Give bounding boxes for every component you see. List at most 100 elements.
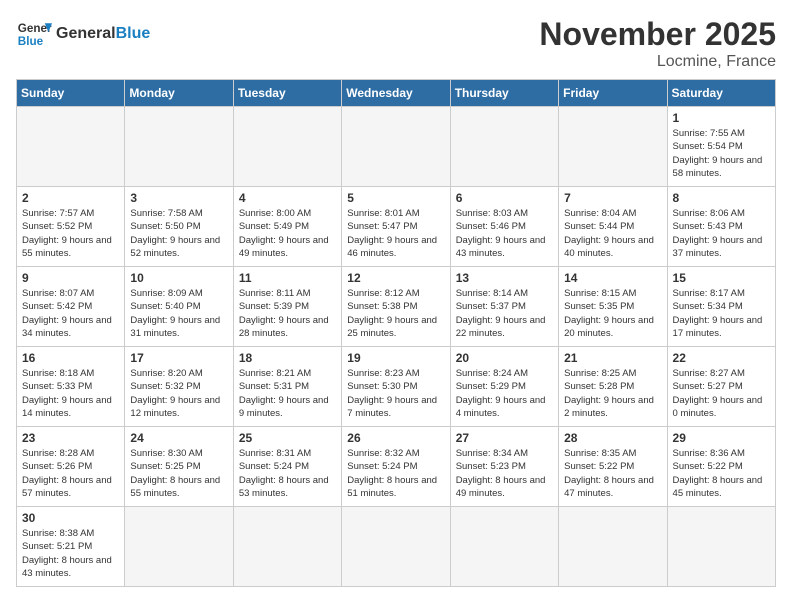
calendar-day-cell: 8 Sunrise: 8:06 AM Sunset: 5:43 PM Daylig… [667, 187, 775, 267]
day-info: Sunrise: 8:23 AM Sunset: 5:30 PM Dayligh… [347, 367, 444, 420]
day-info: Sunrise: 8:20 AM Sunset: 5:32 PM Dayligh… [130, 367, 227, 420]
calendar-day-cell [559, 107, 667, 187]
calendar-day-cell: 26Sunrise: 8:32 AM Sunset: 5:24 PM Dayli… [342, 427, 450, 507]
day-info: Sunrise: 8:21 AM Sunset: 5:31 PM Dayligh… [239, 367, 336, 420]
day-info: Sunrise: 8:09 AM Sunset: 5:40 PM Dayligh… [130, 287, 227, 340]
day-number: 19 [347, 351, 444, 365]
day-number: 7 [564, 191, 661, 205]
day-info: Sunrise: 8:18 AM Sunset: 5:33 PM Dayligh… [22, 367, 119, 420]
day-number: 6 [456, 191, 553, 205]
logo-icon: General Blue [16, 16, 52, 52]
calendar-day-cell: 16 Sunrise: 8:18 AM Sunset: 5:33 PM Dayli… [17, 347, 125, 427]
calendar-day-cell: 11 Sunrise: 8:11 AM Sunset: 5:39 PM Dayli… [233, 267, 341, 347]
title-block: November 2025 Locmine, France [539, 16, 776, 71]
calendar-day-cell [450, 107, 558, 187]
day-number: 30 [22, 511, 119, 525]
calendar-day-cell [17, 107, 125, 187]
calendar-day-cell: 18Sunrise: 8:21 AM Sunset: 5:31 PM Dayli… [233, 347, 341, 427]
calendar-day-cell: 5 Sunrise: 8:01 AM Sunset: 5:47 PM Daylig… [342, 187, 450, 267]
calendar-day-cell: 17Sunrise: 8:20 AM Sunset: 5:32 PM Dayli… [125, 347, 233, 427]
day-number: 10 [130, 271, 227, 285]
weekday-header-sunday: Sunday [17, 80, 125, 107]
calendar-day-cell [450, 507, 558, 587]
day-info: Sunrise: 8:24 AM Sunset: 5:29 PM Dayligh… [456, 367, 553, 420]
day-number: 21 [564, 351, 661, 365]
day-number: 12 [347, 271, 444, 285]
calendar-day-cell [559, 507, 667, 587]
weekday-header-thursday: Thursday [450, 80, 558, 107]
calendar-day-cell: 27 Sunrise: 8:34 AM Sunset: 5:23 PM Dayli… [450, 427, 558, 507]
calendar-week-row: 30 Sunrise: 8:38 AM Sunset: 5:21 PM Dayli… [17, 507, 776, 587]
calendar-day-cell [667, 507, 775, 587]
calendar-day-cell: 25 Sunrise: 8:31 AM Sunset: 5:24 PM Dayli… [233, 427, 341, 507]
calendar-day-cell: 19 Sunrise: 8:23 AM Sunset: 5:30 PM Dayli… [342, 347, 450, 427]
calendar-day-cell: 9 Sunrise: 8:07 AM Sunset: 5:42 PM Daylig… [17, 267, 125, 347]
day-number: 23 [22, 431, 119, 445]
day-info: Sunrise: 8:35 AM Sunset: 5:22 PM Dayligh… [564, 447, 661, 500]
day-number: 16 [22, 351, 119, 365]
day-number: 13 [456, 271, 553, 285]
day-info: Sunrise: 8:28 AM Sunset: 5:26 PM Dayligh… [22, 447, 119, 500]
day-number: 24 [130, 431, 227, 445]
day-number: 27 [456, 431, 553, 445]
day-info: Sunrise: 7:58 AM Sunset: 5:50 PM Dayligh… [130, 207, 227, 260]
day-number: 11 [239, 271, 336, 285]
day-number: 20 [456, 351, 553, 365]
day-info: Sunrise: 8:01 AM Sunset: 5:47 PM Dayligh… [347, 207, 444, 260]
calendar-week-row: 1Sunrise: 7:55 AM Sunset: 5:54 PM Daylig… [17, 107, 776, 187]
day-number: 8 [673, 191, 770, 205]
calendar-table: SundayMondayTuesdayWednesdayThursdayFrid… [16, 79, 776, 587]
day-info: Sunrise: 8:31 AM Sunset: 5:24 PM Dayligh… [239, 447, 336, 500]
calendar-day-cell: 2Sunrise: 7:57 AM Sunset: 5:52 PM Daylig… [17, 187, 125, 267]
day-number: 15 [673, 271, 770, 285]
day-number: 4 [239, 191, 336, 205]
calendar-day-cell [125, 507, 233, 587]
calendar-day-cell [233, 107, 341, 187]
calendar-day-cell: 24Sunrise: 8:30 AM Sunset: 5:25 PM Dayli… [125, 427, 233, 507]
calendar-day-cell: 28 Sunrise: 8:35 AM Sunset: 5:22 PM Dayli… [559, 427, 667, 507]
calendar-day-cell: 7 Sunrise: 8:04 AM Sunset: 5:44 PM Daylig… [559, 187, 667, 267]
svg-text:Blue: Blue [18, 35, 44, 48]
day-info: Sunrise: 8:32 AM Sunset: 5:24 PM Dayligh… [347, 447, 444, 500]
day-info: Sunrise: 8:25 AM Sunset: 5:28 PM Dayligh… [564, 367, 661, 420]
calendar-day-cell: 15 Sunrise: 8:17 AM Sunset: 5:34 PM Dayli… [667, 267, 775, 347]
logo: General Blue GeneralBlue [16, 16, 150, 52]
calendar-day-cell [233, 507, 341, 587]
day-number: 5 [347, 191, 444, 205]
calendar-day-cell: 23 Sunrise: 8:28 AM Sunset: 5:26 PM Dayli… [17, 427, 125, 507]
calendar-day-cell: 21 Sunrise: 8:25 AM Sunset: 5:28 PM Dayli… [559, 347, 667, 427]
day-number: 22 [673, 351, 770, 365]
day-info: Sunrise: 8:04 AM Sunset: 5:44 PM Dayligh… [564, 207, 661, 260]
day-info: Sunrise: 8:06 AM Sunset: 5:43 PM Dayligh… [673, 207, 770, 260]
weekday-header-tuesday: Tuesday [233, 80, 341, 107]
day-number: 25 [239, 431, 336, 445]
day-info: Sunrise: 8:27 AM Sunset: 5:27 PM Dayligh… [673, 367, 770, 420]
calendar-day-cell: 10 Sunrise: 8:09 AM Sunset: 5:40 PM Dayli… [125, 267, 233, 347]
weekday-header-monday: Monday [125, 80, 233, 107]
calendar-day-cell: 4Sunrise: 8:00 AM Sunset: 5:49 PM Daylig… [233, 187, 341, 267]
month-title: November 2025 [539, 16, 776, 53]
day-number: 28 [564, 431, 661, 445]
calendar-day-cell [125, 107, 233, 187]
logo-text: GeneralBlue [56, 25, 150, 43]
calendar-day-cell: 6Sunrise: 8:03 AM Sunset: 5:46 PM Daylig… [450, 187, 558, 267]
day-number: 14 [564, 271, 661, 285]
day-info: Sunrise: 8:17 AM Sunset: 5:34 PM Dayligh… [673, 287, 770, 340]
calendar-day-cell [342, 507, 450, 587]
day-info: Sunrise: 8:11 AM Sunset: 5:39 PM Dayligh… [239, 287, 336, 340]
day-info: Sunrise: 8:38 AM Sunset: 5:21 PM Dayligh… [22, 527, 119, 580]
calendar-day-cell: 1Sunrise: 7:55 AM Sunset: 5:54 PM Daylig… [667, 107, 775, 187]
day-info: Sunrise: 8:14 AM Sunset: 5:37 PM Dayligh… [456, 287, 553, 340]
location-title: Locmine, France [539, 53, 776, 71]
day-number: 1 [673, 111, 770, 125]
calendar-day-cell: 12 Sunrise: 8:12 AM Sunset: 5:38 PM Dayli… [342, 267, 450, 347]
day-info: Sunrise: 8:34 AM Sunset: 5:23 PM Dayligh… [456, 447, 553, 500]
day-info: Sunrise: 8:12 AM Sunset: 5:38 PM Dayligh… [347, 287, 444, 340]
weekday-header-row: SundayMondayTuesdayWednesdayThursdayFrid… [17, 80, 776, 107]
day-number: 9 [22, 271, 119, 285]
day-info: Sunrise: 8:07 AM Sunset: 5:42 PM Dayligh… [22, 287, 119, 340]
calendar-week-row: 16 Sunrise: 8:18 AM Sunset: 5:33 PM Dayli… [17, 347, 776, 427]
weekday-header-friday: Friday [559, 80, 667, 107]
calendar-day-cell: 14Sunrise: 8:15 AM Sunset: 5:35 PM Dayli… [559, 267, 667, 347]
day-number: 2 [22, 191, 119, 205]
